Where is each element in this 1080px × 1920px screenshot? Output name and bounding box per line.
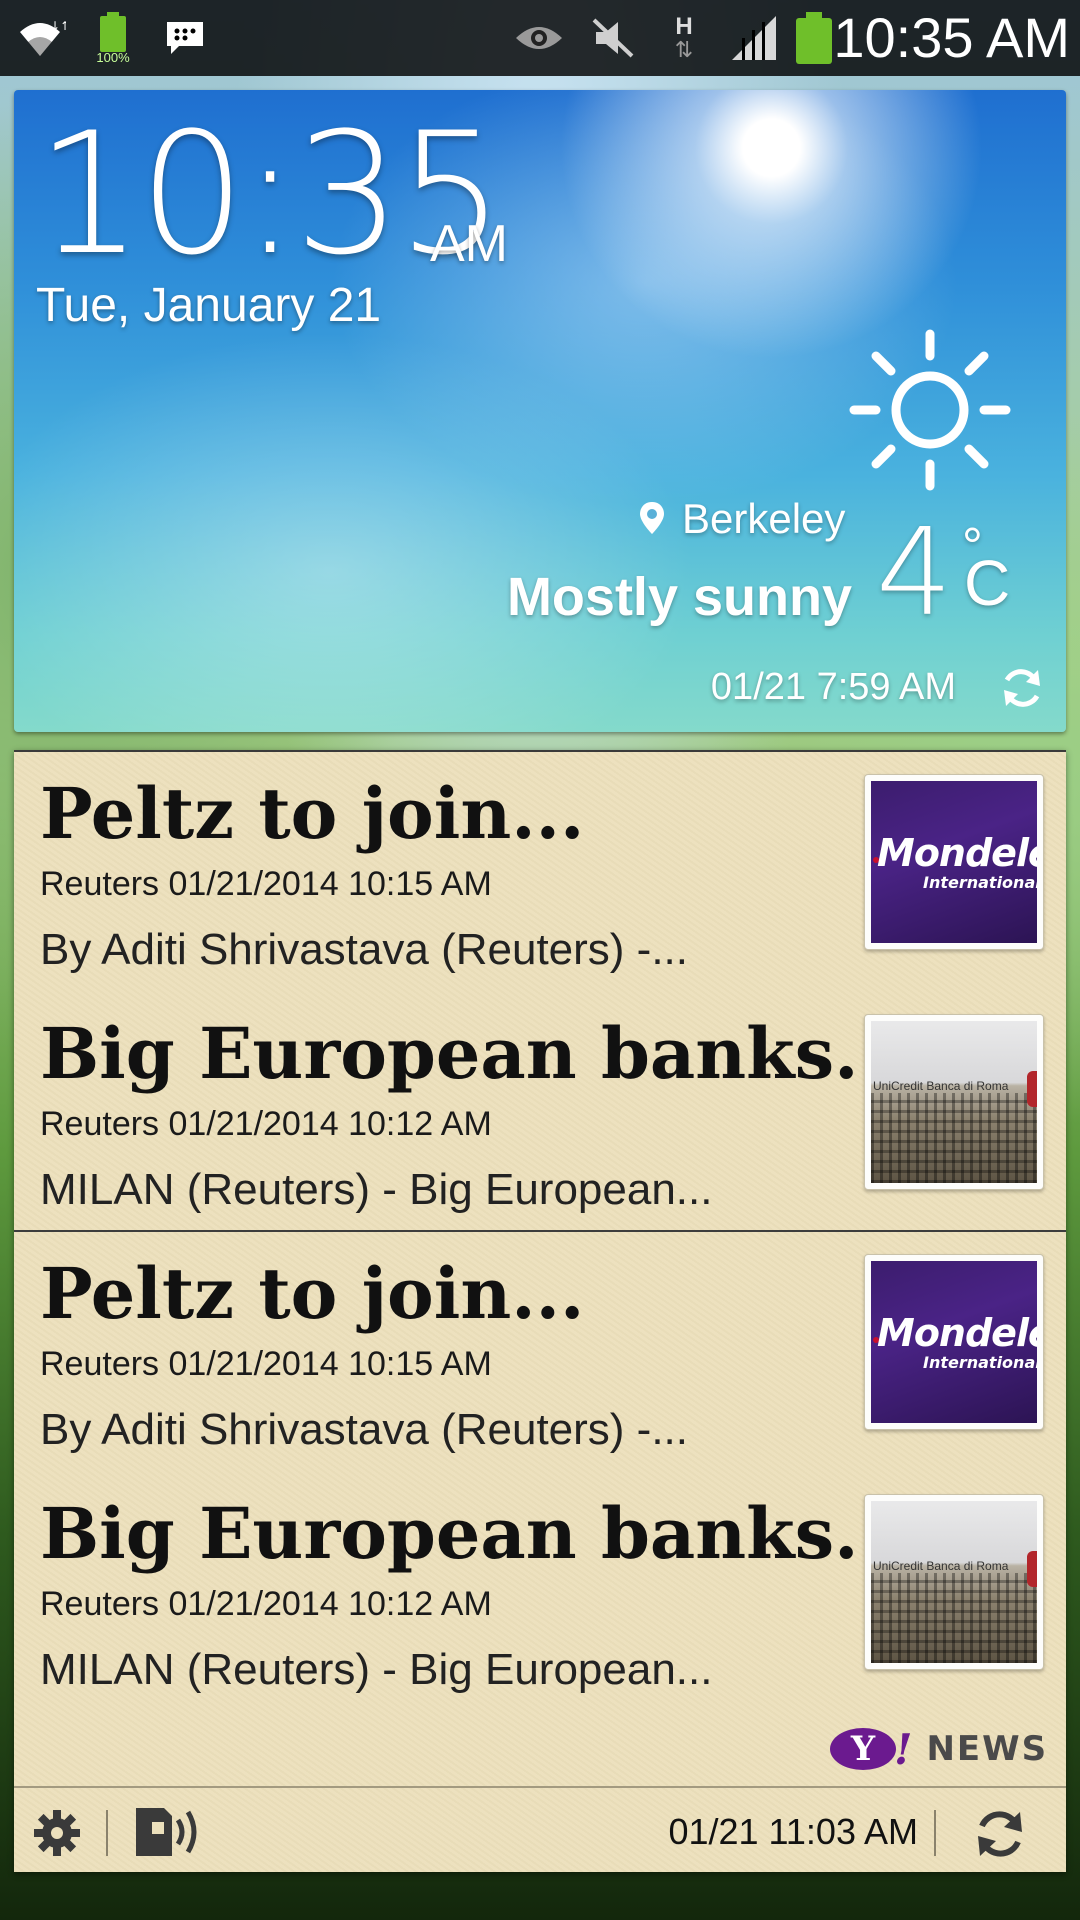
settings-gear-icon[interactable] [32, 1808, 82, 1858]
news-snippet: By Aditi Shrivastava (Reuters) -... [40, 1405, 688, 1454]
clock-date[interactable]: Tue, January 21 [36, 276, 381, 336]
temperature-unit: C [964, 547, 1011, 619]
news-updated-time: 01/21 11:03 AM [668, 1811, 918, 1852]
news-snippet: MILAN (Reuters) - Big European... [40, 1165, 713, 1214]
news-meta: Reuters 01/21/2014 10:12 AM [40, 1585, 492, 1623]
signal-icon [726, 10, 782, 66]
news-refresh-icon[interactable] [972, 1806, 1028, 1862]
wifi-icon: ↓↑ [12, 10, 68, 66]
news-footer: 01/21 11:03 AM [14, 1786, 1066, 1874]
battery-icon [796, 12, 832, 64]
news-snippet: MILAN (Reuters) - Big European... [40, 1645, 713, 1694]
news-item[interactable]: Big European banks... Reuters 01/21/2014… [14, 992, 1066, 1232]
news-title[interactable]: Big European banks... [40, 1492, 860, 1576]
weather-condition: Mostly sunny [506, 567, 852, 627]
svg-text:↓↑: ↓↑ [50, 19, 66, 33]
news-thumbnail[interactable]: UniCredit Banca di Roma [864, 1494, 1044, 1670]
bank-building-image: UniCredit Banca di Roma [871, 1501, 1037, 1663]
news-item[interactable]: Peltz to join... Reuters 01/21/2014 10:1… [14, 752, 1066, 992]
yahoo-logo-icon: Y [830, 1728, 896, 1770]
news-title[interactable]: Peltz to join... [40, 772, 860, 856]
weather-location: Berkeley [682, 495, 846, 542]
news-item[interactable]: Peltz to join... Reuters 01/21/2014 10:1… [14, 1232, 1066, 1472]
yahoo-news-logo: Y ! NEWS [830, 1724, 1048, 1774]
footer-separator [934, 1810, 936, 1856]
news-title[interactable]: Peltz to join... [40, 1252, 860, 1336]
mondelez-logo-image: Mondelēz International [871, 1261, 1037, 1423]
footer-separator [106, 1810, 108, 1856]
mondelez-logo-image: Mondelēz International [871, 781, 1037, 943]
news-snippet: By Aditi Shrivastava (Reuters) -... [40, 925, 688, 974]
bbm-message-icon [162, 10, 208, 66]
news-meta: Reuters 01/21/2014 10:15 AM [40, 865, 492, 903]
read-aloud-icon[interactable] [132, 1804, 204, 1860]
battery-percent-label: 100% [96, 50, 130, 65]
news-thumbnail[interactable]: UniCredit Banca di Roma [864, 1014, 1044, 1190]
status-time: 10:35 AM [833, 6, 1070, 69]
eye-icon [512, 10, 566, 66]
weather-updated-time: 01/21 7:59 AM [710, 666, 956, 708]
battery-small-icon: 100% [92, 12, 134, 65]
mute-icon [588, 10, 638, 66]
weather-refresh-icon[interactable] [998, 664, 1046, 712]
yahoo-news-widget: Peltz to join... Reuters 01/21/2014 10:1… [14, 750, 1066, 1872]
location-pin-icon [638, 500, 666, 536]
clock-ampm: AM [430, 215, 508, 273]
network-h-icon: H ⇅ [674, 13, 694, 62]
news-item[interactable]: Big European banks... Reuters 01/21/2014… [14, 1472, 1066, 1712]
bank-building-image: UniCredit Banca di Roma [871, 1021, 1037, 1183]
news-thumbnail[interactable]: Mondelēz International [864, 1254, 1044, 1430]
news-brand-word: NEWS [926, 1729, 1049, 1769]
clock-weather-widget[interactable]: 10:35 AM Tue, January 21 Berkeley Mostly… [14, 90, 1066, 732]
news-meta: Reuters 01/21/2014 10:12 AM [40, 1105, 492, 1143]
status-bar: ↓↑ 100% H ⇅ 10:35 AM [0, 0, 1080, 76]
sun-icon [846, 326, 1014, 494]
weather-temperature: 4 [876, 504, 953, 643]
news-title[interactable]: Big European banks... [40, 1012, 860, 1096]
news-meta: Reuters 01/21/2014 10:15 AM [40, 1345, 492, 1383]
news-thumbnail[interactable]: Mondelēz International [864, 774, 1044, 950]
